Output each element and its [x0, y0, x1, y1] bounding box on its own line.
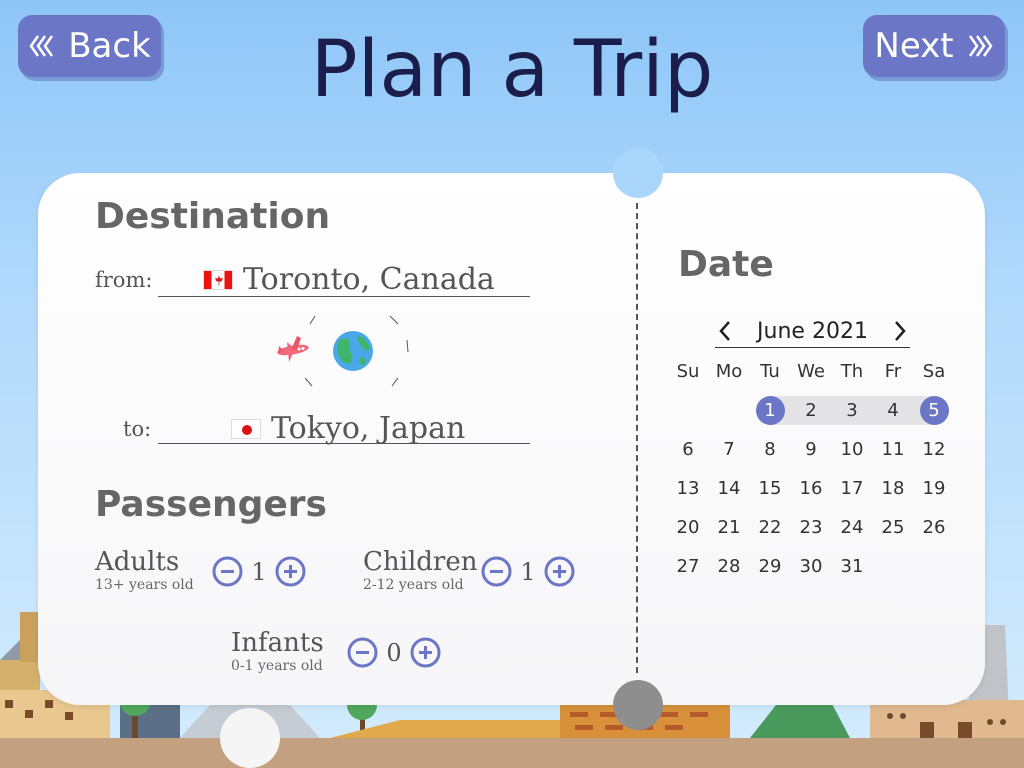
children-name: Children — [363, 547, 478, 577]
weekday-label: Th — [840, 361, 864, 382]
calendar-day[interactable]: 20 — [668, 513, 708, 543]
calendar-day[interactable]: 2 — [791, 396, 831, 426]
calendar-day[interactable]: 5 — [914, 396, 954, 426]
weekday-label: Tu — [760, 361, 780, 382]
adults-label: Adults 13+ years old — [95, 548, 194, 594]
calendar-day[interactable]: 15 — [750, 474, 790, 504]
destination-heading: Destination — [95, 196, 331, 237]
calendar-day[interactable]: 9 — [791, 435, 831, 465]
calendar-day[interactable]: 10 — [832, 435, 872, 465]
children-age: 2-12 years old — [363, 577, 464, 593]
calendar-day[interactable]: 16 — [791, 474, 831, 504]
calendar-day[interactable]: 28 — [709, 552, 749, 582]
calendar-day[interactable]: 12 — [914, 435, 954, 465]
japan-flag-icon — [231, 418, 261, 439]
infants-name: Infants — [231, 628, 324, 658]
from-field[interactable]: Toronto, Canada — [203, 262, 495, 297]
weekday-label: Su — [676, 361, 700, 382]
to-label: to: — [123, 417, 152, 441]
adults-age: 13+ years old — [95, 577, 194, 593]
calendar-day[interactable]: 17 — [832, 474, 872, 504]
chevron-left-icon — [719, 321, 730, 341]
calendar-day[interactable]: 14 — [709, 474, 749, 504]
calendar-day[interactable]: 8 — [750, 435, 790, 465]
chevron-right-icon — [895, 321, 906, 341]
adults-count: 1 — [251, 557, 267, 586]
weekday-label: Mo — [715, 361, 743, 382]
infants-label: Infants 0-1 years old — [231, 629, 324, 675]
calendar-day[interactable]: 3 — [832, 396, 872, 426]
infants-count: 0 — [386, 638, 402, 667]
plus-circle-icon[interactable] — [275, 556, 306, 587]
calendar-day[interactable]: 31 — [832, 552, 872, 582]
adults-name: Adults — [95, 547, 180, 577]
ticket-perforation — [636, 203, 638, 673]
calendar-month-label: June 2021 — [757, 318, 868, 344]
swap-destinations-button[interactable] — [270, 310, 415, 390]
calendar-day[interactable]: 26 — [914, 513, 954, 543]
calendar-day[interactable]: 19 — [914, 474, 954, 504]
ticket-notch-bottom — [613, 680, 663, 730]
children-stepper: 1 — [481, 556, 575, 587]
minus-circle-icon[interactable] — [481, 556, 512, 587]
weekday-label: Sa — [922, 361, 946, 382]
calendar-day[interactable]: 25 — [873, 513, 913, 543]
to-field[interactable]: Tokyo, Japan — [231, 411, 465, 446]
weekday-label: We — [797, 361, 825, 382]
calendar-day[interactable]: 18 — [873, 474, 913, 504]
children-label: Children 2-12 years old — [363, 548, 477, 594]
calendar-day[interactable]: 23 — [791, 513, 831, 543]
minus-circle-icon[interactable] — [212, 556, 243, 587]
calendar-day[interactable]: 7 — [709, 435, 749, 465]
ticket-notch-top — [613, 148, 663, 198]
weekday-label: Fr — [884, 361, 902, 382]
plus-circle-icon[interactable] — [410, 637, 441, 668]
calendar-day[interactable]: 11 — [873, 435, 913, 465]
passengers-heading: Passengers — [95, 484, 327, 525]
calendar-day[interactable]: 4 — [873, 396, 913, 426]
calendar-day[interactable]: 27 — [668, 552, 708, 582]
calendar-day[interactable]: 6 — [668, 435, 708, 465]
prev-month-button[interactable] — [715, 319, 735, 343]
infants-age: 0-1 years old — [231, 658, 323, 674]
calendar-day[interactable]: 13 — [668, 474, 708, 504]
from-value: Toronto, Canada — [243, 262, 495, 297]
to-value: Tokyo, Japan — [271, 411, 466, 446]
calendar-day[interactable]: 30 — [791, 552, 831, 582]
from-label: from: — [95, 268, 153, 292]
minus-circle-icon[interactable] — [347, 637, 378, 668]
page-title: Plan a Trip — [310, 25, 714, 115]
calendar-day[interactable]: 24 — [832, 513, 872, 543]
adults-stepper: 1 — [212, 556, 306, 587]
plus-circle-icon[interactable] — [544, 556, 575, 587]
canada-flag-icon — [203, 269, 233, 290]
children-count: 1 — [520, 557, 536, 586]
next-month-button[interactable] — [890, 319, 910, 343]
calendar-day[interactable]: 22 — [750, 513, 790, 543]
calendar-day[interactable]: 21 — [709, 513, 749, 543]
calendar-month-header: June 2021 — [715, 315, 910, 348]
globe-icon — [333, 331, 373, 371]
calendar-day[interactable]: 29 — [750, 552, 790, 582]
date-heading: Date — [678, 244, 774, 285]
calendar-day[interactable]: 1 — [750, 396, 790, 426]
airplane-icon — [277, 336, 309, 362]
infants-stepper: 0 — [347, 637, 441, 668]
